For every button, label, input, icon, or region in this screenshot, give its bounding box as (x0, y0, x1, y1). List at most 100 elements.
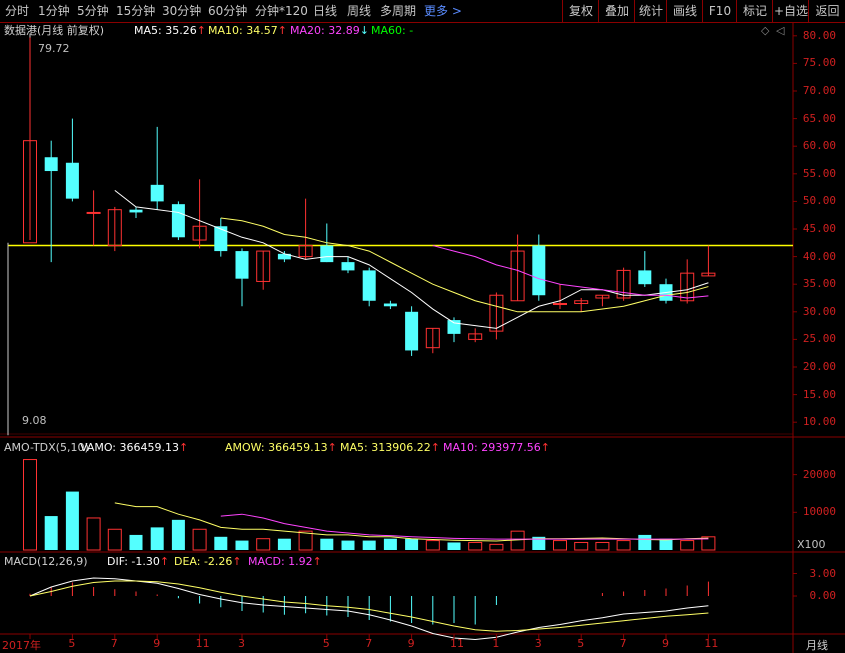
vamo-value: VAMO: 366459.13↑ (80, 440, 188, 456)
volume-bar (383, 538, 397, 550)
time-tick-label: 5 (322, 637, 330, 650)
amow-value: AMOW: 366459.13↑ (225, 440, 337, 456)
candle-body (150, 184, 164, 202)
price-tick-label: 45.00 (802, 222, 836, 235)
price-tick-label: 20.00 (802, 360, 836, 373)
macd-value: MACD: 1.92↑ (248, 554, 322, 570)
candle-body (44, 157, 58, 172)
time-tick-label: 5 (68, 637, 76, 650)
diamond-icon[interactable]: ◇ (761, 23, 769, 39)
candle-body (65, 162, 79, 199)
macd-title: MACD(12,26,9) (4, 555, 88, 568)
volume-bar (447, 542, 461, 550)
candle-body (171, 204, 185, 238)
volume-bar (405, 538, 419, 550)
time-tick-label: 11 (195, 637, 210, 650)
volume-bar (659, 538, 673, 550)
time-tick-label: 3 (534, 637, 542, 650)
volume-bar (680, 540, 695, 551)
arrow-left-icon[interactable]: ◁ (776, 23, 784, 39)
time-tick-label: 2017年 (2, 639, 41, 652)
macd-text: MACD: 1.92 (248, 555, 313, 568)
candle-body (532, 245, 546, 296)
macd-tick-label: 0.00 (809, 589, 837, 602)
price-tick-label: 10.00 (802, 415, 836, 429)
volume-bar (171, 519, 185, 550)
volume-bar (107, 528, 122, 551)
ma20-value: MA20: 32.89↓ (290, 23, 369, 39)
time-tick-label: 11 (704, 637, 719, 650)
vamo-text: VAMO: 366459.13 (80, 441, 179, 454)
vol-title: AMO-TDX(5,10) (4, 441, 89, 454)
arrow-up-icon: ↑ (179, 441, 189, 454)
ma10-line (220, 217, 709, 313)
price-tick-label: 80.00 (802, 28, 836, 42)
price-tick-label: 25.00 (802, 332, 836, 346)
price-tick-label: 50.00 (802, 194, 836, 208)
vol-tick-label: 10000 (802, 505, 836, 519)
volume-bar (341, 540, 355, 550)
volume-bar (129, 534, 143, 550)
amow-text: AMOW: 366459.13 (225, 441, 328, 454)
time-tick-label: 9 (407, 637, 415, 650)
ma10-text: MA10: 34.57 (208, 24, 278, 37)
volume-bar (150, 527, 164, 550)
vol-ma5-line (114, 502, 709, 542)
vol-ma10-value: MA10: 293977.56↑ (443, 440, 550, 456)
price-tick-label: 75.00 (802, 56, 836, 70)
candle-body (362, 270, 376, 301)
volume-bar (65, 491, 79, 550)
volume-bar (553, 540, 567, 551)
volume-bar (256, 538, 271, 551)
volume-bar (616, 540, 631, 551)
time-tick-label: 7 (365, 637, 373, 650)
volume-bar (277, 538, 291, 550)
ma5-value: MA5: 35.26↑ (134, 23, 206, 39)
candle-body (214, 226, 228, 252)
time-tick-label: 11 (450, 637, 464, 650)
dif-value: DIF: -1.30↑ (107, 554, 169, 570)
candle-body (553, 303, 567, 306)
candle-body (235, 251, 249, 279)
price-tick-label: 15.00 (802, 387, 836, 401)
volume-bar (214, 536, 228, 550)
candle-body (405, 311, 419, 351)
arrow-down-icon: ↓ (359, 24, 369, 37)
arrow-up-icon: ↑ (327, 441, 337, 454)
arrow-up-icon: ↑ (232, 555, 242, 568)
high-price-label: 79.72 (38, 42, 70, 55)
candle-body (341, 262, 355, 271)
time-tick-label: 9 (662, 637, 669, 650)
volume-bar (235, 540, 249, 550)
candle-body (86, 211, 101, 214)
volume-bar (595, 541, 610, 551)
low-price-label: 9.08 (22, 414, 47, 427)
volume-bar (468, 541, 483, 551)
arrow-up-icon: ↑ (430, 441, 440, 454)
period-label: 月线 (806, 639, 828, 652)
volume-bar (638, 534, 652, 550)
dea-text: DEA: -2.26 (174, 555, 233, 568)
volume-bar (192, 528, 207, 551)
price-tick-label: 60.00 (802, 139, 836, 153)
volume-bar (574, 541, 589, 551)
arrow-up-icon: ↑ (196, 24, 206, 37)
ma10-value: MA10: 34.57↑ (208, 23, 287, 39)
dif-text: DIF: -1.30 (107, 555, 160, 568)
ma5-text: MA5: 35.26 (134, 24, 197, 37)
time-tick-label: 9 (153, 637, 161, 650)
vol-ma5-value: MA5: 313906.22↑ (340, 440, 440, 456)
volume-bar (44, 516, 58, 550)
candle-body (447, 320, 461, 334)
price-tick-label: 30.00 (802, 304, 836, 318)
volume-bar (23, 459, 37, 551)
vol-ma10-line (220, 513, 709, 540)
price-tick-label: 35.00 (802, 277, 836, 291)
arrow-up-icon: ↑ (277, 24, 287, 37)
ma20-text: MA20: 32.89 (290, 24, 360, 37)
candle-body (383, 303, 397, 307)
volume-bar (362, 540, 376, 550)
vol-ma10-text: MA10: 293977.56 (443, 441, 541, 454)
arrow-up-icon: ↑ (540, 441, 550, 454)
candle-body (129, 209, 143, 213)
